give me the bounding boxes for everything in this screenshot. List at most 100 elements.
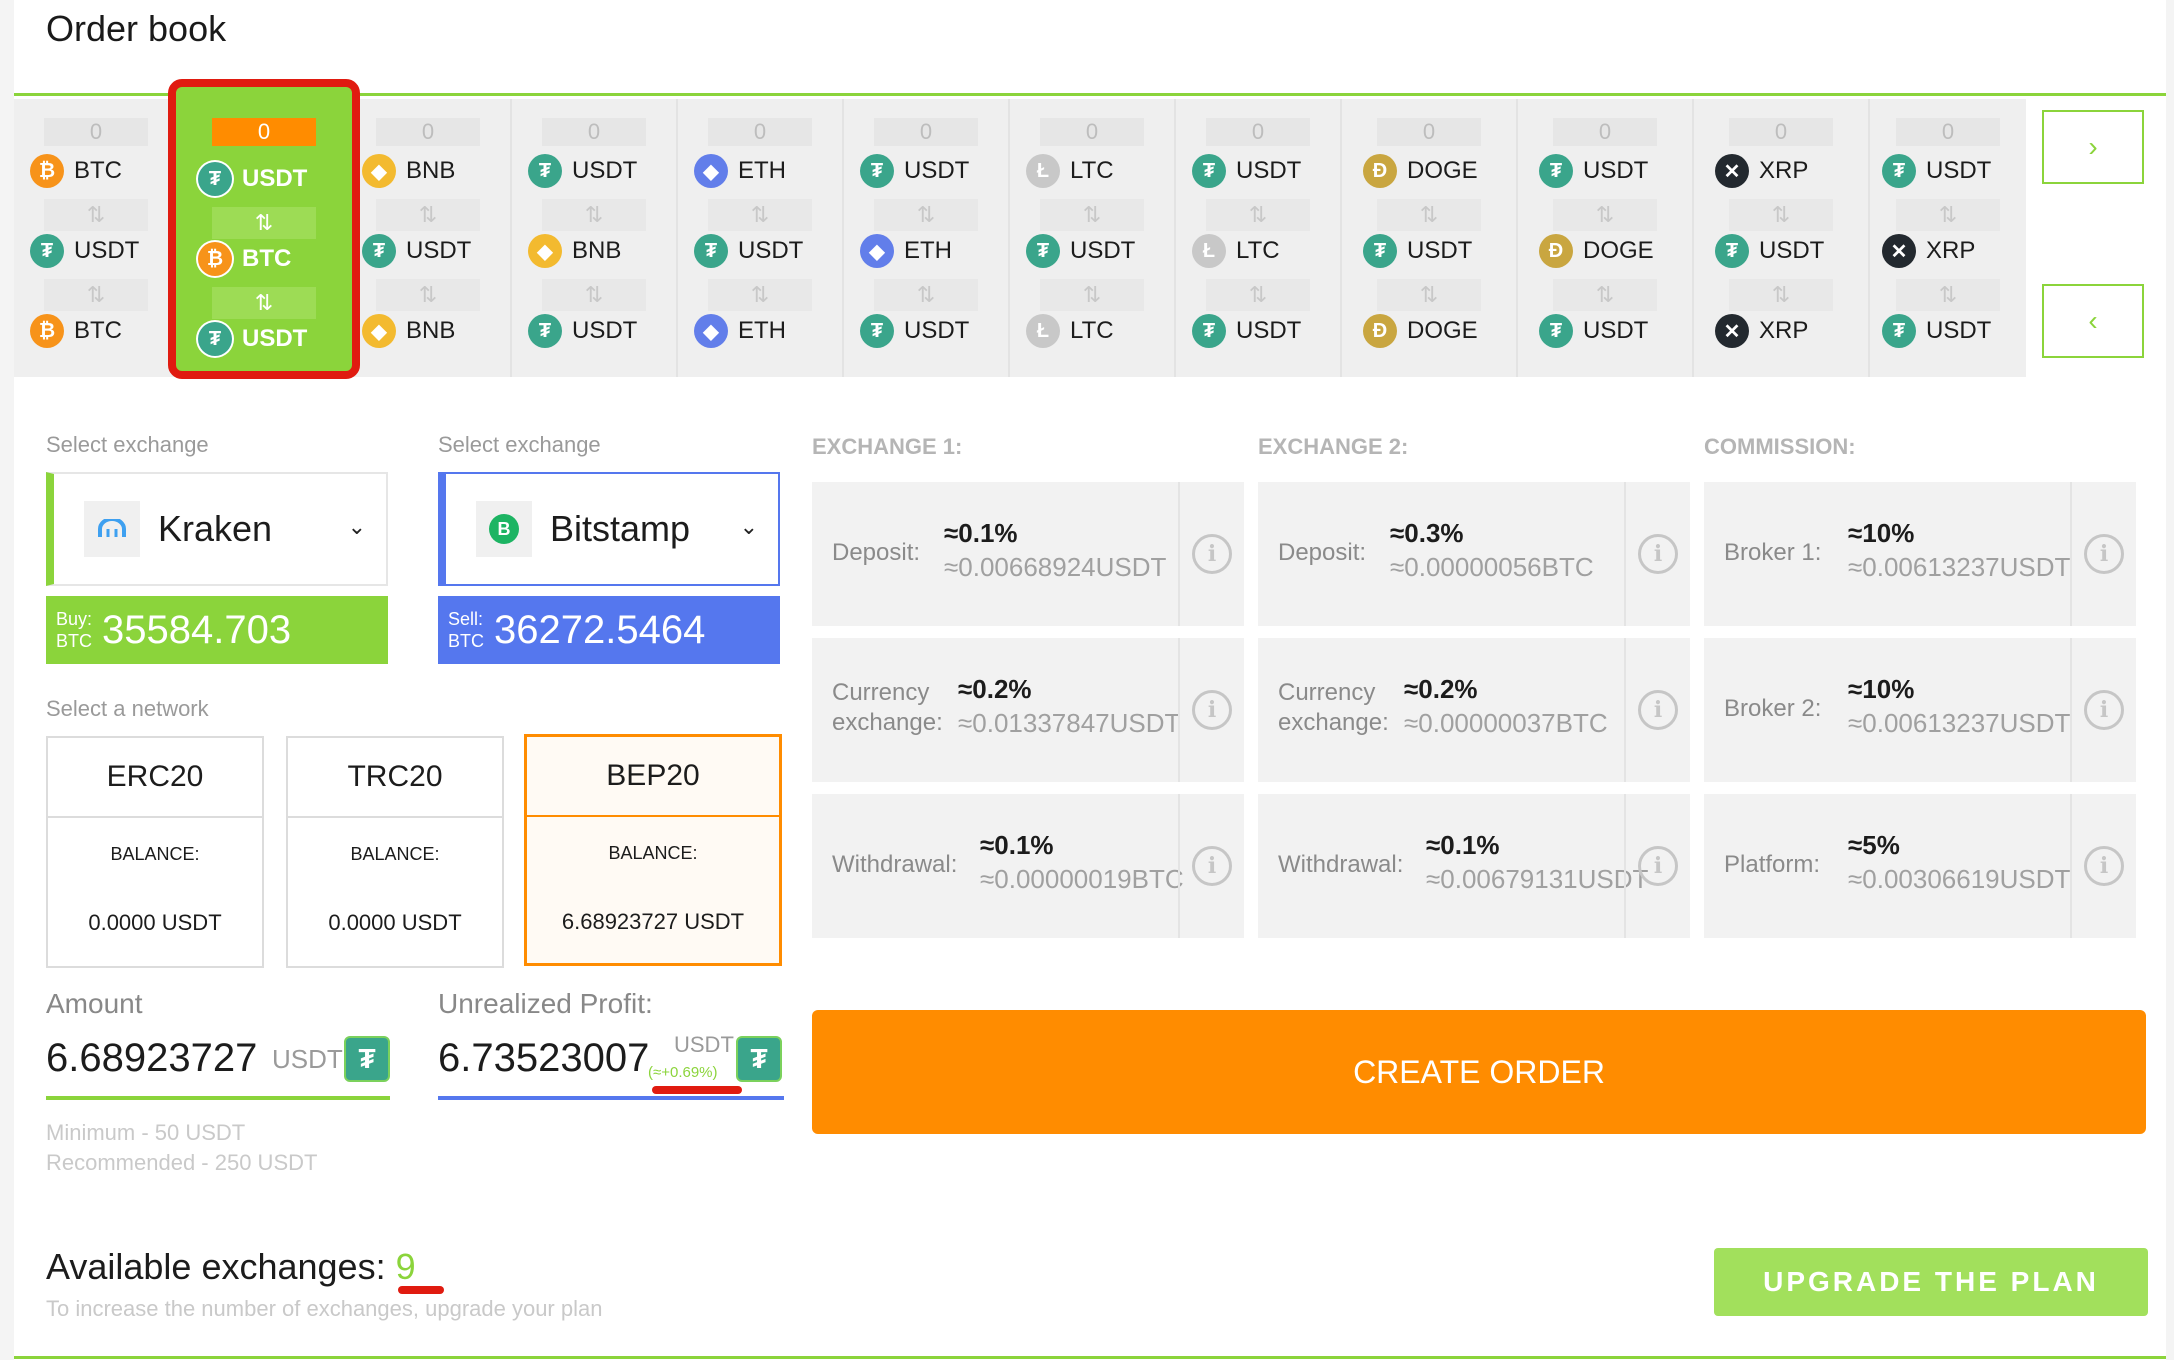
usdt-coin-icon: ₮ — [30, 234, 64, 268]
network-erc20[interactable]: ERC20 BALANCE: 0.0000 USDT — [46, 736, 264, 968]
fee-amount: ≈0.01337847USDT — [958, 708, 1181, 738]
upgrade-plan-button[interactable]: UPGRADE THE PLAN — [1714, 1248, 2148, 1316]
network-trc20[interactable]: TRC20 BALANCE: 0.0000 USDT — [286, 736, 504, 968]
exchange2-select[interactable]: B Bitstamp ⌄ — [438, 472, 780, 586]
pair-currency-label: ETH — [904, 237, 952, 264]
xrp-coin-icon: ✕ — [1715, 154, 1749, 188]
order-book-pair[interactable]: 0 ₿ BTC ⇅ ₮ USDT ⇅ ₿ BTC — [14, 99, 180, 377]
fee-percent: ≈0.1% — [944, 518, 1018, 548]
bnb-coin-icon: ◆ — [528, 234, 562, 268]
fee-percent: ≈0.2% — [958, 674, 1032, 704]
tether-icon: ₮ — [344, 1036, 390, 1082]
order-book-pair[interactable]: 0 ◆ ETH ⇅ ₮ USDT ⇅ ◆ ETH — [678, 99, 844, 377]
ltc-coin-icon: Ł — [1192, 234, 1226, 268]
swap-arrows-icon: ⇅ — [1896, 199, 2000, 231]
pair-currency-label: USDT — [1583, 157, 1649, 184]
amount-recommended: Recommended - 250 USDT — [46, 1150, 318, 1175]
pair-currency-label: USDT — [572, 157, 638, 184]
pair-currency-label: USDT — [1926, 157, 1992, 184]
pair-currency-bottom: ₮ USDT — [1176, 311, 1340, 351]
pair-currency-top: ₮ USDT — [1518, 151, 1692, 191]
info-button[interactable]: i — [2070, 638, 2136, 782]
fee-name-line: Platform: — [1724, 851, 1821, 878]
xrp-coin-icon: ✕ — [1882, 234, 1916, 268]
order-book-panel: Order book 0 ₿ BTC ⇅ ₮ USDT ⇅ ₿ BTC 0 ₮ USDT ⇅ ₿ BTC ⇅ ₮… — [14, 0, 2166, 1360]
doge-coin-icon: Ð — [1363, 154, 1397, 188]
pair-currency-label: USDT — [904, 317, 970, 344]
eth-coin-icon: ◆ — [694, 154, 728, 188]
order-book-pair[interactable]: 0 Ł LTC ⇅ ₮ USDT ⇅ Ł LTC — [1010, 99, 1176, 377]
fee-amount: ≈0.00000019BTC — [980, 864, 1184, 894]
fee-name: Broker 1: — [1724, 538, 1821, 568]
pair-currency-mid: ₿ BTC — [176, 239, 352, 279]
bnb-coin-icon: ◆ — [362, 314, 396, 348]
info-button[interactable]: i — [1624, 482, 1690, 626]
btc-coin-icon: ₿ — [198, 242, 232, 276]
pair-order-count: 0 — [1553, 118, 1657, 146]
order-book-pair[interactable]: 0 ₮ USDT ⇅ Ł LTC ⇅ ₮ USDT — [1176, 99, 1342, 377]
exchange2-fee-card: Withdrawal: ≈0.1% ≈0.00679131USDT i — [1258, 794, 1690, 938]
pair-currency-top: ₿ BTC — [14, 151, 178, 191]
pair-currency-bottom: ✕ XRP — [1694, 311, 1868, 351]
amount-input[interactable]: 6.68923727 — [46, 1036, 257, 1081]
usdt-coin-icon: ₮ — [1539, 154, 1573, 188]
pair-currency-mid: ₮ USDT — [1342, 231, 1516, 271]
pair-currency-mid: ₮ USDT — [1010, 231, 1174, 271]
exchange2-name: Bitstamp — [550, 508, 691, 549]
kraken-logo-icon — [84, 501, 140, 557]
fee-name-line: Broker 1: — [1724, 539, 1822, 566]
order-book-pair[interactable]: 0 ₮ USDT ⇅ ✕ XRP ⇅ ₮ USDT — [1870, 99, 2026, 377]
info-button[interactable]: i — [1178, 482, 1244, 626]
info-button[interactable]: i — [1178, 638, 1244, 782]
fee-name: Deposit: — [1278, 538, 1366, 568]
usdt-coin-icon: ₮ — [1715, 234, 1749, 268]
commission-fee-card: Broker 1: ≈10% ≈0.00613237USDT i — [1704, 482, 2136, 626]
info-button[interactable]: i — [2070, 482, 2136, 626]
prev-button[interactable]: ‹ — [2042, 284, 2144, 358]
fee-name: Platform: — [1724, 850, 1820, 880]
fee-name-line: Withdrawal: — [832, 851, 958, 878]
exchange2-fee-card: Deposit: ≈0.3% ≈0.00000056BTC i — [1258, 482, 1690, 626]
commission-fee-card: Broker 2: ≈10% ≈0.00613237USDT i — [1704, 638, 2136, 782]
order-book-pair[interactable]: 0 ✕ XRP ⇅ ₮ USDT ⇅ ✕ XRP — [1694, 99, 1870, 377]
pair-currency-top: ₮ USDT — [1870, 151, 2026, 191]
create-order-button[interactable]: CREATE ORDER — [812, 1010, 2146, 1134]
pair-currency-label: USDT — [1236, 157, 1302, 184]
order-book-pair[interactable]: 0 ₮ USDT ⇅ Ð DOGE ⇅ ₮ USDT — [1518, 99, 1694, 377]
pair-currency-label: BTC — [74, 157, 122, 184]
info-button[interactable]: i — [2070, 794, 2136, 938]
swap-arrows-icon: ⇅ — [1729, 279, 1833, 311]
info-icon: i — [1192, 846, 1232, 886]
fee-amount: ≈0.00613237USDT — [1848, 552, 2071, 582]
swap-arrows-icon: ⇅ — [44, 279, 148, 311]
swap-arrows-icon: ⇅ — [1206, 199, 1310, 231]
pair-order-count: 0 — [542, 118, 646, 146]
info-button[interactable]: i — [1178, 794, 1244, 938]
swap-arrows-icon: ⇅ — [1729, 199, 1833, 231]
fee-percent: ≈10% — [1848, 674, 1915, 704]
fee-percent: ≈10% — [1848, 518, 1915, 548]
bottom-divider — [14, 1356, 2166, 1359]
order-book-pair[interactable]: 0 ₮ USDT ⇅ ₿ BTC ⇅ ₮ USDT — [168, 79, 360, 379]
doge-coin-icon: Ð — [1363, 314, 1397, 348]
chevron-down-icon: ⌄ — [347, 514, 366, 539]
pair-currency-label: XRP — [1926, 237, 1976, 264]
pair-currency-label: LTC — [1070, 317, 1114, 344]
order-book-pair[interactable]: 0 ◆ BNB ⇅ ₮ USDT ⇅ ◆ BNB — [346, 99, 512, 377]
order-book-pair[interactable]: 0 Ð DOGE ⇅ ₮ USDT ⇅ Ð DOGE — [1342, 99, 1518, 377]
sell-tag-currency: BTC — [448, 631, 484, 651]
pair-currency-label: DOGE — [1407, 157, 1478, 184]
info-button[interactable]: i — [1624, 638, 1690, 782]
order-book-pair[interactable]: 0 ₮ USDT ⇅ ◆ BNB ⇅ ₮ USDT — [512, 99, 678, 377]
exchange1-select[interactable]: Kraken ⌄ — [46, 472, 388, 586]
info-button[interactable]: i — [1624, 794, 1690, 938]
pair-currency-mid: ₮ USDT — [678, 231, 842, 271]
network-bep20[interactable]: BEP20 BALANCE: 6.68923727 USDT — [524, 734, 782, 966]
next-button[interactable]: › — [2042, 110, 2144, 184]
order-book-pair[interactable]: 0 ₮ USDT ⇅ ◆ ETH ⇅ ₮ USDT — [844, 99, 1010, 377]
fee-name-line: Deposit: — [832, 539, 921, 566]
pair-order-count: 0 — [1206, 118, 1310, 146]
pair-currency-bottom: ₿ BTC — [14, 311, 178, 351]
pair-currency-label: DOGE — [1407, 317, 1478, 344]
network-name: ERC20 — [48, 738, 262, 818]
